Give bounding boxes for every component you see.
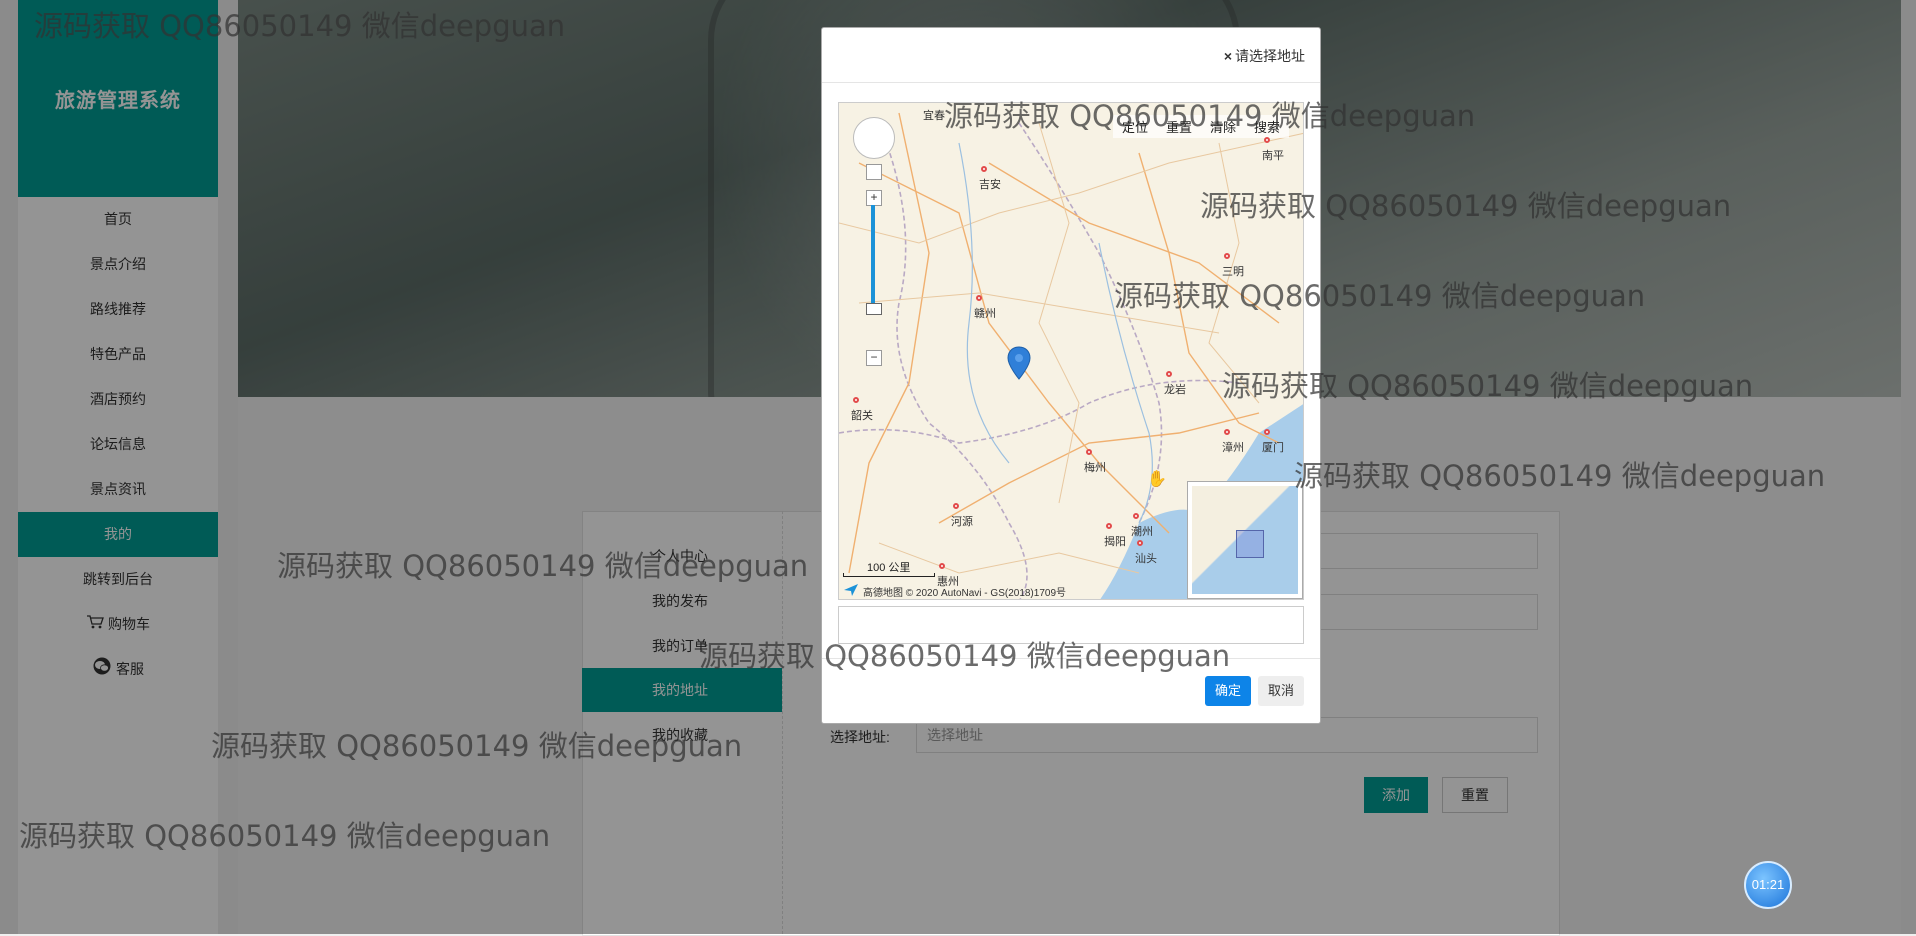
map-city-label: 梅州 xyxy=(1084,449,1106,474)
map-city-label: 宜春 xyxy=(923,109,945,122)
map-city-label: 厦门 xyxy=(1262,429,1284,454)
map-clear-button[interactable]: 清除 xyxy=(1201,115,1245,138)
map-city-label: 潮州 xyxy=(1131,513,1153,538)
confirm-button[interactable]: 确定 xyxy=(1205,676,1251,706)
map-marker-icon[interactable] xyxy=(1007,346,1031,380)
hand-cursor-icon: ✋ xyxy=(1147,471,1167,488)
map-locate-icon[interactable] xyxy=(866,164,882,180)
map-city-label: 南平 xyxy=(1262,137,1284,162)
map-toolbar: 定位 重置 清除 搜索 xyxy=(1112,115,1289,138)
zoom-out-icon[interactable]: − xyxy=(866,350,882,366)
overview-map[interactable] xyxy=(1187,481,1303,599)
map-city-label: 汕头 xyxy=(1135,540,1157,565)
map-city-label: 揭阳 xyxy=(1104,523,1126,548)
zoom-slider-track[interactable] xyxy=(871,205,875,315)
map-attribution: 高德地图 © 2020 AutoNavi - GS(2018)1709号 xyxy=(863,588,1067,599)
zoom-in-icon[interactable]: + xyxy=(866,190,882,206)
map-scale-bar xyxy=(843,573,935,577)
modal-title: 请选择地址 xyxy=(1235,48,1305,64)
map-city-label: 韶关 xyxy=(851,397,873,422)
map-city-label: 赣州 xyxy=(974,295,996,320)
map-reset-button[interactable]: 重置 xyxy=(1157,115,1201,138)
close-icon: × xyxy=(1223,48,1232,64)
map-city-label: 三明 xyxy=(1222,253,1244,278)
amap-logo-icon xyxy=(844,584,858,596)
map-city-label: 吉安 xyxy=(979,166,1001,191)
modal-footer-divider xyxy=(822,658,1320,659)
map-city-label: 河源 xyxy=(951,503,973,528)
modal-header: × 请选择地址 xyxy=(822,28,1320,83)
map-pan-control[interactable] xyxy=(853,117,895,159)
map-view[interactable]: + − 定位 重置 清除 搜索 宜春 吉安 南平 三明 赣州 龙岩 韶关 漳州 … xyxy=(838,102,1304,600)
map-city-label: 龙岩 xyxy=(1164,371,1186,396)
cancel-button[interactable]: 取消 xyxy=(1258,676,1304,706)
map-locate-button[interactable]: 定位 xyxy=(1113,115,1157,138)
modal-close-button[interactable]: × 请选择地址 xyxy=(1224,46,1305,66)
zoom-slider-handle[interactable] xyxy=(866,303,882,315)
address-picker-modal: × 请选择地址 + − 定位 重置 清除 搜索 宜春 吉安 南平 三明 赣州 龙… xyxy=(821,27,1321,724)
map-city-label: 漳州 xyxy=(1222,429,1244,454)
timer-bubble[interactable]: 01:21 xyxy=(1744,861,1792,909)
overview-viewport[interactable] xyxy=(1236,530,1264,558)
map-search-button[interactable]: 搜索 xyxy=(1245,115,1289,138)
map-address-input[interactable] xyxy=(838,606,1304,644)
